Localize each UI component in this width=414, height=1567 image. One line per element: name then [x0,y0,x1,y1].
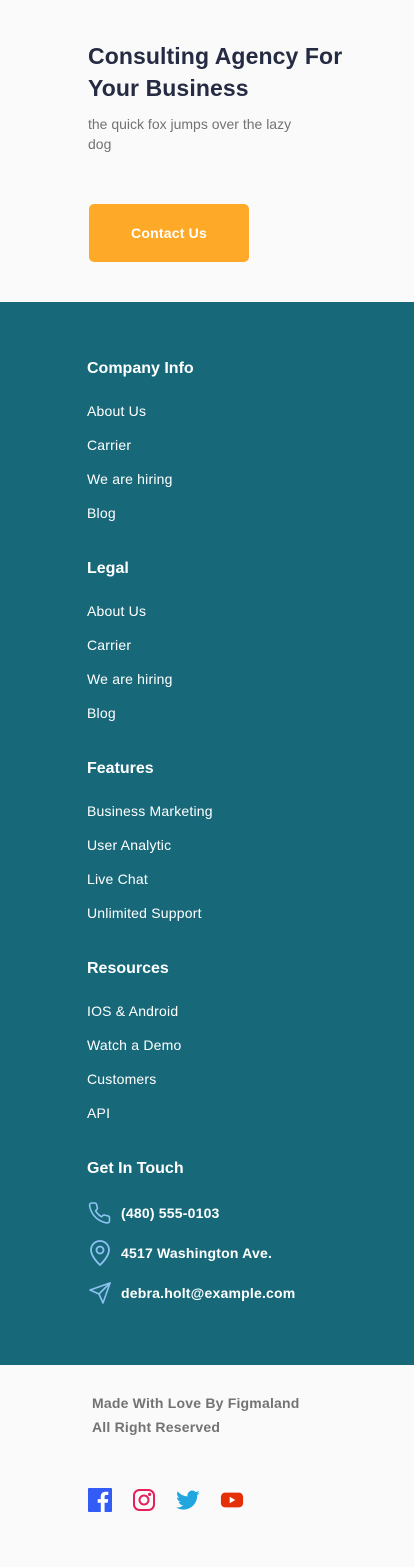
contact-email[interactable]: debra.holt@example.com [87,1279,347,1307]
column-title: Resources [87,960,169,977]
footer-link[interactable]: About Us [87,401,194,421]
footer-link[interactable]: Blog [87,503,194,523]
hero-title: Consulting Agency For Your Business [88,43,343,101]
address-text: 4517 Washington Ave. [121,1245,273,1261]
footer-link[interactable]: User Analytic [87,835,213,855]
location-pin-icon [87,1240,113,1266]
footer-link[interactable]: We are hiring [87,469,194,489]
credit-line: Made With Love By Figmaland [92,1395,300,1411]
email-text: debra.holt@example.com [121,1285,296,1301]
footer-link[interactable]: Blog [87,703,173,723]
contact-address[interactable]: 4517 Washington Ave. [87,1239,347,1267]
footer-link[interactable]: We are hiring [87,669,173,689]
instagram-icon[interactable] [132,1487,156,1513]
contact-us-button[interactable]: Contact Us [89,204,249,262]
get-in-touch: Get In Touch (480) 555-0103 4517 Washing… [87,1157,295,1304]
link-list: Business Marketing User Analytic Live Ch… [87,801,213,923]
footer-link[interactable]: IOS & Android [87,1001,181,1021]
column-title: Features [87,760,154,777]
footer-link[interactable]: Carrier [87,635,173,655]
footer-link[interactable]: Customers [87,1069,181,1089]
footer-column-company-info: Company Info About Us Carrier We are hir… [87,357,194,523]
footer: Company Info About Us Carrier We are hir… [0,302,414,1365]
footer-link[interactable]: API [87,1103,181,1123]
column-title: Company Info [87,360,194,377]
phone-icon [87,1200,113,1226]
footer-link[interactable]: Business Marketing [87,801,213,821]
footer-link[interactable]: Live Chat [87,869,213,889]
column-title: Get In Touch [87,1160,184,1177]
send-icon [87,1280,113,1306]
credit-line: All Right Reserved [92,1419,221,1435]
footer-link[interactable]: Unlimited Support [87,903,213,923]
social-links [88,1487,244,1513]
facebook-icon[interactable] [88,1487,112,1513]
contact-phone[interactable]: (480) 555-0103 [87,1199,347,1227]
footer-link[interactable]: Watch a Demo [87,1035,181,1055]
phone-text: (480) 555-0103 [121,1205,220,1221]
hero-section: Consulting Agency For Your Business the … [0,0,414,302]
footer-column-features: Features Business Marketing User Analyti… [87,757,213,923]
link-list: About Us Carrier We are hiring Blog [87,601,173,723]
footer-column-resources: Resources IOS & Android Watch a Demo Cus… [87,957,181,1123]
youtube-icon[interactable] [220,1487,244,1513]
twitter-icon[interactable] [176,1487,200,1513]
link-list: About Us Carrier We are hiring Blog [87,401,194,523]
hero-subtitle: the quick fox jumps over the lazy dog [88,116,292,152]
footer-column-legal: Legal About Us Carrier We are hiring Blo… [87,557,173,723]
credit-text: Made With Love By Figmaland All Right Re… [92,1391,352,1439]
link-list: IOS & Android Watch a Demo Customers API [87,1001,181,1123]
column-title: Legal [87,560,129,577]
footer-link[interactable]: About Us [87,601,173,621]
footer-link[interactable]: Carrier [87,435,194,455]
bottom-bar: Made With Love By Figmaland All Right Re… [0,1365,414,1567]
